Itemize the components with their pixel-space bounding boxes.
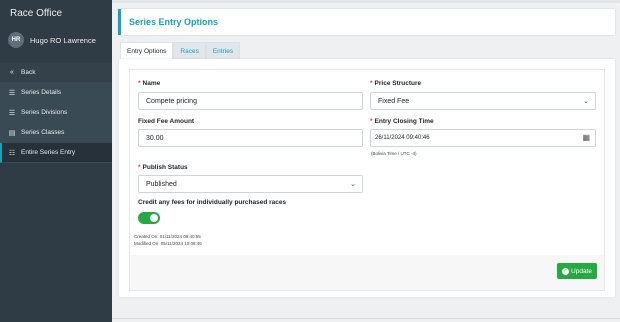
sidebar-item-label: Series Divisions xyxy=(21,109,68,116)
app-title: Race Office xyxy=(10,8,63,19)
update-button[interactable]: ✓ Update xyxy=(557,263,597,279)
list-icon: ☰ xyxy=(8,109,16,117)
sidebar-item-label: Back xyxy=(21,69,36,76)
modified-on-text: Modified On: 05/11/2024 10:08:46 xyxy=(134,241,202,246)
publish-status-label: * Publish Status xyxy=(138,164,188,171)
sidebar-item-label: Series Classes xyxy=(21,129,65,136)
avatar: HR xyxy=(8,32,24,48)
toggle-knob xyxy=(150,214,158,222)
chevron-down-icon: ⌄ xyxy=(350,181,356,188)
entry-closing-time-label: * Entry Closing Time xyxy=(370,118,434,125)
page-header: Series Entry Options xyxy=(118,9,615,35)
name-label: * Name xyxy=(138,80,161,87)
top-strip xyxy=(112,0,620,3)
timezone-hint: (Bolivia Time / UTC -4) xyxy=(371,151,417,156)
credit-fees-label: Credit any fees for individually purchas… xyxy=(138,199,287,206)
list-icon: ☰ xyxy=(8,89,16,97)
footer-divider xyxy=(112,318,620,319)
tab-races[interactable]: Races xyxy=(173,42,206,59)
price-structure-select[interactable]: Fixed Fee ⌄ xyxy=(370,92,596,110)
publish-status-select[interactable]: Published ⌄ xyxy=(138,175,363,193)
fixed-fee-amount-input[interactable]: 30.00 xyxy=(138,129,363,147)
required-marker: * xyxy=(138,80,141,87)
user-profile[interactable]: HR Hugo RO Lawrence xyxy=(8,32,96,48)
credit-fees-toggle[interactable] xyxy=(138,212,160,224)
entry-options-panel: * Name Compete pricing * Price Structure F… xyxy=(119,59,615,297)
check-circle-icon: ✓ xyxy=(562,267,570,275)
created-on-text: Created On: 01/11/2024 09:40:55 xyxy=(134,234,201,239)
form-body: * Name Compete pricing * Price Structure F… xyxy=(130,70,604,255)
sidebar-item-series-classes[interactable]: ▤ Series Classes xyxy=(0,123,112,143)
tab-bar: Entry Options Races Entries xyxy=(120,42,241,59)
list-check-icon: ☷ xyxy=(8,149,16,157)
calendar-icon[interactable]: ▦ xyxy=(582,133,590,142)
sidebar-item-series-details[interactable]: ☰ Series Details xyxy=(0,83,112,103)
double-chevron-left-icon: « xyxy=(10,69,14,76)
sidebar: Race Office HR Hugo RO Lawrence « Back ☰… xyxy=(0,0,112,322)
page-title: Series Entry Options xyxy=(129,17,219,27)
tab-entries[interactable]: Entries xyxy=(205,42,241,59)
required-marker: * xyxy=(138,164,141,171)
required-marker: * xyxy=(370,80,373,87)
required-marker: * xyxy=(370,118,373,125)
sidebar-nav: « Back ☰ Series Details ☰ Series Divisio… xyxy=(0,63,112,163)
fixed-fee-amount-label: Fixed Fee Amount xyxy=(138,118,195,125)
price-structure-label: * Price Structure xyxy=(370,80,422,87)
name-input[interactable]: Compete pricing xyxy=(138,92,363,110)
table-list-icon: ▤ xyxy=(8,129,16,137)
user-name: Hugo RO Lawrence xyxy=(30,35,96,45)
sidebar-item-entire-series-entry[interactable]: ☷ Entire Series Entry xyxy=(0,143,112,163)
entry-closing-time-input[interactable]: 26/11/2024 09:40:46 ▦ xyxy=(370,129,596,147)
tab-entry-options[interactable]: Entry Options xyxy=(120,42,174,59)
sidebar-item-label: Series Details xyxy=(21,89,62,96)
sidebar-item-series-divisions[interactable]: ☰ Series Divisions xyxy=(0,103,112,123)
chevron-down-icon: ⌄ xyxy=(583,98,589,105)
sidebar-item-label: Entire Series Entry xyxy=(21,149,76,156)
sidebar-item-back[interactable]: « Back xyxy=(0,63,112,83)
form-card: * Name Compete pricing * Price Structure F… xyxy=(129,69,605,291)
